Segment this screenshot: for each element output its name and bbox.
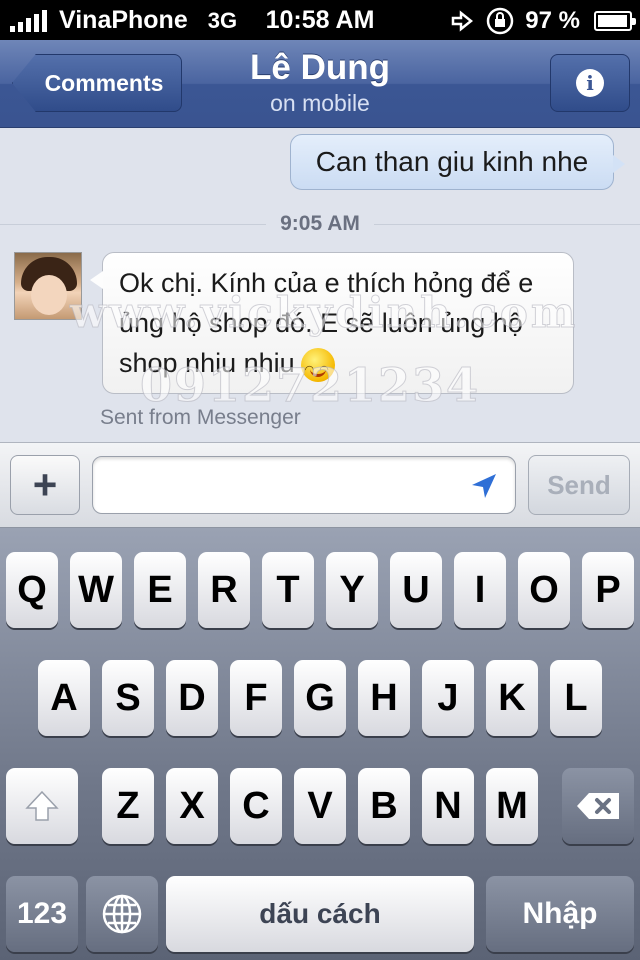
message-input[interactable] bbox=[92, 456, 516, 514]
key-g[interactable]: G bbox=[294, 660, 346, 736]
keyboard: Q W E R T Y U I O P A S D F G H J K L Z … bbox=[0, 528, 640, 960]
message-timestamp: 9:05 AM bbox=[0, 212, 640, 236]
return-key[interactable]: Nhập bbox=[486, 876, 634, 952]
backspace-icon bbox=[577, 793, 619, 819]
key-k[interactable]: K bbox=[486, 660, 538, 736]
plus-icon: + bbox=[32, 461, 58, 508]
key-l[interactable]: L bbox=[550, 660, 602, 736]
battery-percent: 97 % bbox=[525, 7, 580, 34]
key-r[interactable]: R bbox=[198, 552, 250, 628]
location-arrow-icon[interactable] bbox=[469, 471, 499, 501]
timestamp-text: 9:05 AM bbox=[266, 212, 374, 235]
globe-icon bbox=[102, 894, 142, 934]
smiley-emoji-icon bbox=[300, 347, 335, 390]
space-key[interactable]: dấu cách bbox=[166, 876, 474, 952]
message-input-bar: + Send bbox=[0, 442, 640, 528]
key-p[interactable]: P bbox=[582, 552, 634, 628]
rotation-lock-icon bbox=[487, 7, 514, 35]
status-bar: VinaPhone 3G 10:58 AM 97 % bbox=[0, 0, 640, 40]
navigation-bar: Comments Lê Dung on mobile i bbox=[0, 40, 640, 128]
key-v[interactable]: V bbox=[294, 768, 346, 844]
avatar[interactable] bbox=[14, 252, 82, 320]
info-icon: i bbox=[576, 69, 604, 97]
status-right: 97 % bbox=[451, 6, 636, 36]
key-f[interactable]: F bbox=[230, 660, 282, 736]
key-a[interactable]: A bbox=[38, 660, 90, 736]
key-j[interactable]: J bbox=[422, 660, 474, 736]
key-y[interactable]: Y bbox=[326, 552, 378, 628]
key-o[interactable]: O bbox=[518, 552, 570, 628]
shift-arrow-icon bbox=[25, 790, 59, 821]
sent-from-label: Sent from Messenger bbox=[100, 406, 301, 429]
send-button[interactable]: Send bbox=[528, 455, 630, 515]
key-n[interactable]: N bbox=[422, 768, 474, 844]
location-services-icon bbox=[452, 10, 474, 32]
key-d[interactable]: D bbox=[166, 660, 218, 736]
outgoing-message-text: Can than giu kinh nhe bbox=[315, 146, 589, 177]
key-s[interactable]: S bbox=[102, 660, 154, 736]
key-b[interactable]: B bbox=[358, 768, 410, 844]
key-e[interactable]: E bbox=[134, 552, 186, 628]
delete-key[interactable] bbox=[562, 768, 634, 844]
key-m[interactable]: M bbox=[486, 768, 538, 844]
key-z[interactable]: Z bbox=[102, 768, 154, 844]
globe-key[interactable] bbox=[86, 876, 158, 952]
key-h[interactable]: H bbox=[358, 660, 410, 736]
add-attachment-button[interactable]: + bbox=[10, 455, 80, 515]
page-title: Lê Dung bbox=[250, 48, 390, 87]
incoming-message: Ok chị. Kính của e thích hỏng để e ủng h… bbox=[90, 252, 574, 394]
outgoing-message: Can than giu kinh nhe bbox=[290, 134, 625, 190]
key-t[interactable]: T bbox=[262, 552, 314, 628]
key-i[interactable]: I bbox=[454, 552, 506, 628]
key-c[interactable]: C bbox=[230, 768, 282, 844]
numbers-key[interactable]: 123 bbox=[6, 876, 78, 952]
battery-icon bbox=[594, 11, 636, 31]
key-u[interactable]: U bbox=[390, 552, 442, 628]
key-x[interactable]: X bbox=[166, 768, 218, 844]
key-q[interactable]: Q bbox=[6, 552, 58, 628]
key-w[interactable]: W bbox=[70, 552, 122, 628]
info-button[interactable]: i bbox=[550, 54, 630, 112]
conversation-view[interactable]: Can than giu kinh nhe 9:05 AM Ok chị. Kí… bbox=[0, 128, 640, 442]
presence-subtitle: on mobile bbox=[270, 90, 370, 116]
shift-key[interactable] bbox=[6, 768, 78, 844]
send-button-label: Send bbox=[547, 469, 611, 500]
